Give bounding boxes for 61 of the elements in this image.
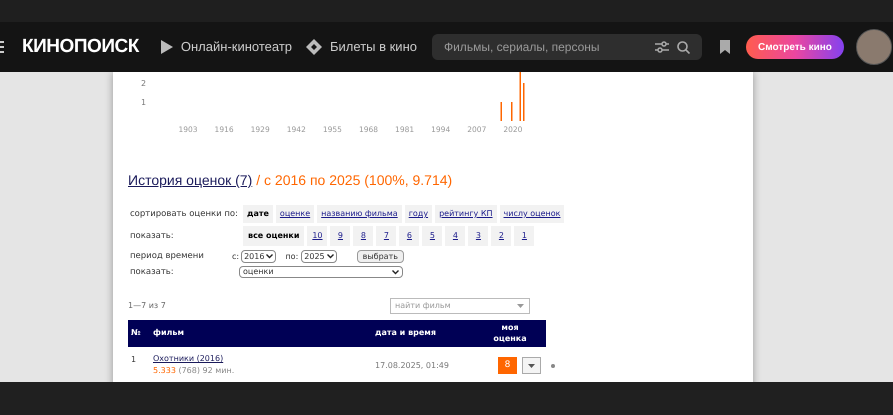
search-icon[interactable] [676, 40, 690, 54]
show-label: показать: [130, 266, 175, 279]
to-year-select[interactable]: 2025 [301, 250, 337, 263]
sort-option[interactable]: названию фильма [317, 205, 402, 223]
column-header: дата и время [375, 327, 437, 340]
rating-filter-option[interactable]: 10 [307, 226, 328, 246]
sort-option[interactable]: числу оценок [500, 205, 564, 223]
nav-link[interactable]: Билеты в кино [306, 37, 417, 57]
column-header: № [130, 327, 142, 340]
find-film-field[interactable]: найти фильм [390, 298, 530, 314]
menu-icon [0, 41, 4, 53]
rating-filter-option[interactable]: 2 [491, 226, 512, 246]
watch-button[interactable]: Смотреть кино [746, 35, 844, 59]
dropdown-arrow-icon [517, 304, 524, 308]
rating-filter-option[interactable]: 3 [468, 226, 488, 246]
rating-filter-option[interactable]: 6 [399, 226, 420, 246]
rating-filter-option[interactable]: 7 [376, 226, 396, 246]
my-rating-badge: 8 [498, 357, 517, 374]
from-year-select[interactable]: 2016 [241, 250, 276, 263]
rating-dropdown-button[interactable] [522, 357, 541, 374]
sort-option[interactable]: году [404, 205, 432, 223]
sort-option[interactable]: рейтингу КП [435, 205, 497, 223]
count-label: 1 [141, 98, 146, 107]
logo[interactable]: КИНОПОИСК [22, 32, 139, 62]
chevron-icon [326, 254, 334, 259]
rating-filter-option[interactable]: 8 [353, 226, 374, 246]
select-button[interactable]: выбрать [356, 250, 404, 263]
column-header: фильм [153, 327, 185, 340]
rating-filter-option[interactable]: 5 [422, 226, 442, 246]
rating-filter-option[interactable]: 9 [330, 226, 350, 246]
film-title-link[interactable]: Охотники (2016) [153, 352, 224, 365]
sort-option[interactable]: дате [243, 205, 273, 223]
history-summary: / с 2016 по 2025 (100%, 9.714) [256, 171, 452, 190]
chevron-icon [392, 270, 399, 275]
pager-text: 1—7 из 7 [128, 300, 166, 312]
rating-filter-option[interactable]: 1 [514, 226, 534, 246]
rating-filter-option[interactable]: все оценки [243, 226, 304, 246]
avatar[interactable] [856, 29, 892, 65]
history-link[interactable]: История оценок (7) [128, 170, 252, 191]
nav-link[interactable]: Онлайн-кинотеатр [160, 37, 292, 57]
rating-date: 17.08.2025, 01:49 [375, 360, 450, 372]
column-header: моя оценка [492, 322, 528, 344]
filter-icon[interactable] [654, 41, 669, 53]
to-label: по: [285, 250, 298, 262]
show-select[interactable]: оценки [239, 266, 403, 278]
count-label: 2 [141, 79, 146, 88]
show-label: показать: [130, 230, 175, 242]
search-input[interactable]: Фильмы, сериалы, персоны [444, 38, 655, 56]
caret-icon [528, 364, 535, 368]
search-field[interactable]: Фильмы, сериалы, персоны [432, 34, 702, 60]
row-number: 1 [130, 354, 138, 366]
sort-label: сортировать оценки по: [130, 208, 239, 220]
period-label: период времени [130, 250, 205, 263]
sort-option[interactable]: оценке [276, 205, 314, 223]
chevron-icon [266, 254, 274, 259]
bookmark-icon[interactable] [720, 40, 730, 54]
rating-filter-option[interactable]: 4 [445, 226, 466, 246]
film-rating-text: 5.333 (768) 92 мин. [153, 364, 236, 377]
year-bars-drawing [500, 72, 524, 121]
play-icon [160, 40, 173, 54]
from-label: с: [232, 250, 240, 262]
